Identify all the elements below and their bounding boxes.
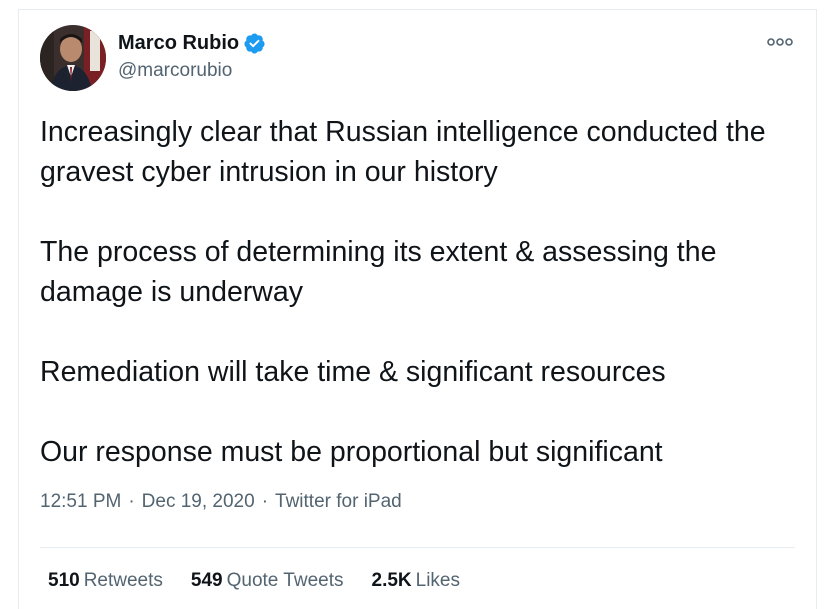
tweet-paragraph: The process of determining its extent & … — [40, 236, 717, 308]
quote-tweets-stat[interactable]: 549 Quote Tweets — [191, 570, 344, 592]
tweet-timestamp-date[interactable]: Dec 19, 2020 — [142, 491, 255, 513]
retweets-count: 510 — [48, 570, 80, 591]
author-name-row[interactable]: Marco Rubio — [118, 32, 266, 55]
meta-separator: · — [261, 491, 269, 512]
meta-separator: · — [128, 491, 135, 512]
divider — [40, 547, 795, 548]
tweet-text: Increasingly clear that Russian intellig… — [40, 112, 810, 472]
likes-stat[interactable]: 2.5K Likes — [372, 570, 461, 592]
tweet-stats: 510 Retweets 549 Quote Tweets 2.5K Likes — [48, 570, 460, 592]
tweet-paragraph: Our response must be proportional but si… — [40, 436, 663, 468]
tweet-source-link[interactable]: Twitter for iPad — [275, 491, 402, 513]
retweets-stat[interactable]: 510 Retweets — [48, 570, 163, 592]
author-handle[interactable]: @marcorubio — [118, 60, 232, 82]
quote-tweets-count: 549 — [190, 570, 223, 591]
avatar[interactable] — [40, 25, 106, 91]
verified-badge-icon — [244, 33, 265, 54]
quote-tweets-label: Quote Tweets — [226, 570, 344, 591]
tweet-paragraph: Increasingly clear that Russian intellig… — [40, 116, 766, 188]
tweet-card: Marco Rubio @marcorubio Increasingly cle… — [18, 9, 817, 609]
more-options-icon[interactable] — [766, 34, 794, 50]
likes-count: 2.5K — [371, 570, 412, 591]
likes-label: Likes — [415, 570, 460, 591]
tweet-timestamp-time[interactable]: 12:51 PM — [40, 491, 121, 513]
tweet-metadata: 12:51 PM · Dec 19, 2020 · Twitter for iP… — [40, 491, 402, 513]
author-display-name[interactable]: Marco Rubio — [118, 32, 239, 55]
tweet-paragraph: Remediation will take time & significant… — [40, 356, 666, 388]
retweets-label: Retweets — [83, 570, 163, 591]
